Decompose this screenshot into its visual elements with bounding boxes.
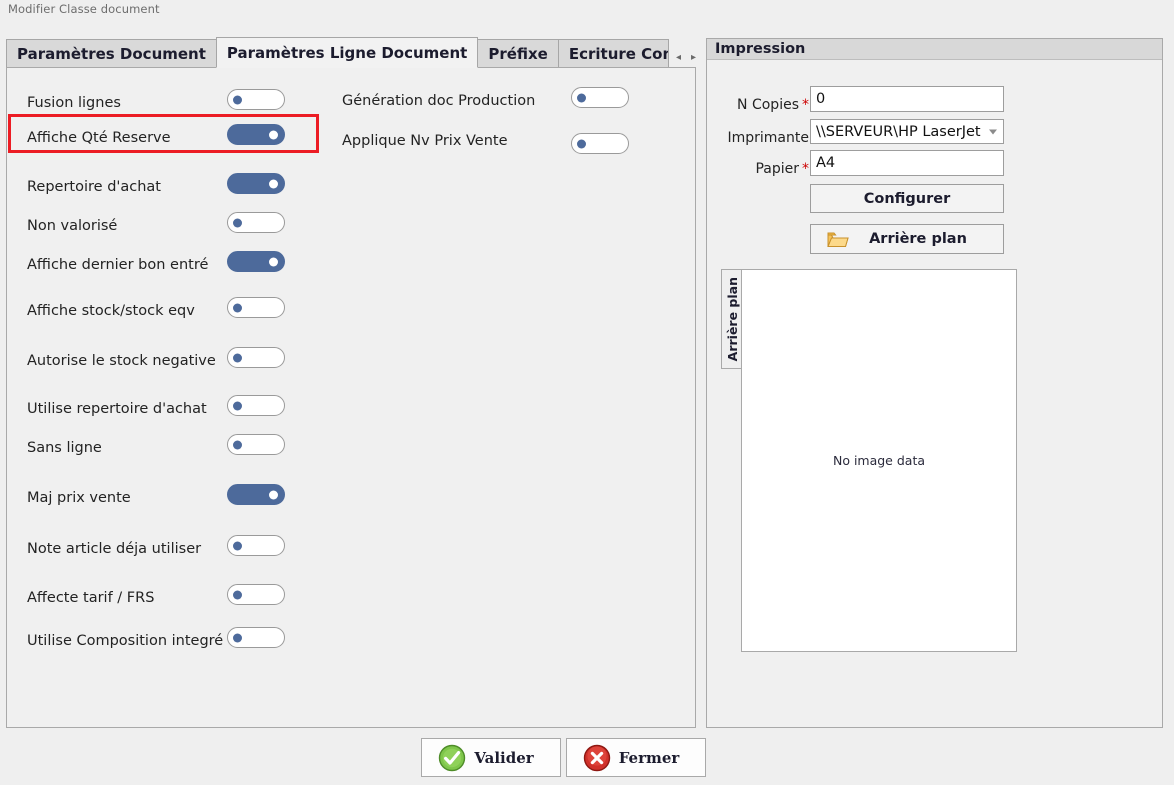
toggle-utilise-composition-integre[interactable] xyxy=(227,627,285,648)
option-label: Non valorisé xyxy=(27,218,118,234)
option-label: Affecte tarif / FRS xyxy=(27,590,155,606)
toggle-affiche-qte-reserve[interactable] xyxy=(227,124,285,145)
tab-prefixe[interactable]: Préfixe xyxy=(477,39,559,68)
paper-label-text: Papier xyxy=(755,161,799,177)
option-row-sans-ligne: Sans ligne xyxy=(27,437,102,459)
toggle-fusion-lignes[interactable] xyxy=(227,89,285,110)
chevron-down-icon[interactable] xyxy=(989,129,997,134)
paper-input-value: A4 xyxy=(816,155,836,171)
arriere-plan-button-label: Arrière plan xyxy=(869,231,967,247)
option-row-affecte-tarif-frs: Affecte tarif / FRS xyxy=(27,587,154,609)
option-label: Utilise repertoire d'achat xyxy=(27,401,207,417)
tab-scroll-left-icon[interactable]: ◂ xyxy=(676,53,681,63)
toggle-affecte-tarif-frs[interactable] xyxy=(227,584,285,605)
app-window: Modifier Classe document Paramètres Docu… xyxy=(0,0,1174,785)
option-row-autorise-stock-negative: Autorise le stock negative xyxy=(27,350,216,372)
toggle-repertoire-achat[interactable] xyxy=(227,173,285,194)
close-circle-icon xyxy=(583,744,611,771)
toggle-sans-ligne[interactable] xyxy=(227,434,285,455)
option-label: Sans ligne xyxy=(27,440,102,456)
printer-label-text: Imprimante xyxy=(727,130,810,146)
valider-button-label: Valider xyxy=(474,748,534,767)
check-circle-icon xyxy=(438,744,466,771)
toggle-affiche-dernier-bon-entre[interactable] xyxy=(227,251,285,272)
option-row-affiche-qte-reserve: Affiche Qté Reserve xyxy=(27,127,171,149)
copies-label: N Copies * xyxy=(721,97,809,113)
tab-strip: Paramètres Document Paramètres Ligne Doc… xyxy=(6,37,696,68)
background-preview-group: Arrière plan No image data xyxy=(721,269,1017,652)
option-row-affiche-stock-stock-eqv: Affiche stock/stock eqv xyxy=(27,300,195,322)
valider-button[interactable]: Valider xyxy=(421,738,561,777)
option-label: Note article déja utiliser xyxy=(27,541,202,557)
toggle-maj-prix-vente[interactable] xyxy=(227,484,285,505)
printer-combo[interactable]: \\SERVEUR\HP LaserJet xyxy=(810,119,1004,144)
fermer-button[interactable]: Fermer xyxy=(566,738,706,777)
option-row-maj-prix-vente: Maj prix vente xyxy=(27,487,131,509)
tab-scroll-controls: ◂ ▸ xyxy=(676,53,696,63)
option-label: Affiche Qté Reserve xyxy=(27,130,171,146)
option-label: Génération doc Production xyxy=(342,93,536,109)
toggle-generation-doc-production[interactable] xyxy=(571,87,629,108)
option-label: Fusion lignes xyxy=(27,95,121,111)
option-label: Autorise le stock negative xyxy=(27,353,216,369)
impression-panel: Impression N Copies * 0 Imprimante \\SERV… xyxy=(706,38,1163,728)
option-row-fusion-lignes: Fusion lignes xyxy=(27,92,121,114)
paper-required-marker: * xyxy=(802,161,809,177)
toggle-note-article-deja-utiliser[interactable] xyxy=(227,535,285,556)
background-preview-tab-label: Arrière plan xyxy=(724,276,740,362)
impression-panel-title: Impression xyxy=(707,39,1162,60)
configurer-button[interactable]: Configurer xyxy=(810,184,1004,213)
tab-parametres-ligne-document[interactable]: Paramètres Ligne Document xyxy=(215,37,479,68)
option-label: Applique Nv Prix Vente xyxy=(342,133,508,149)
arriere-plan-button[interactable]: Arrière plan xyxy=(810,224,1004,254)
paper-label: Papier * xyxy=(721,161,809,177)
option-row-note-article-deja-utiliser: Note article déja utiliser xyxy=(27,538,201,560)
option-row-non-valorise: Non valorisé xyxy=(27,215,117,237)
option-row-applique-nv-prix-vente: Applique Nv Prix Vente xyxy=(342,130,508,152)
background-preview-canvas[interactable]: No image data xyxy=(741,269,1017,652)
configurer-button-label: Configurer xyxy=(863,190,951,207)
tab-scroll-right-icon[interactable]: ▸ xyxy=(691,53,696,63)
copies-label-text: N Copies xyxy=(737,97,799,113)
option-row-generation-doc-production: Génération doc Production xyxy=(342,90,535,112)
toggle-applique-nv-prix-vente[interactable] xyxy=(571,133,629,154)
option-row-repertoire-achat: Repertoire d'achat xyxy=(27,176,161,198)
tab-ecriture-comptable[interactable]: Ecriture Comptable xyxy=(557,39,669,68)
copies-required-marker: * xyxy=(802,97,809,113)
tab-parametres-document[interactable]: Paramètres Document xyxy=(6,39,217,68)
option-row-utilise-repertoire-achat: Utilise repertoire d'achat xyxy=(27,398,207,420)
ligne-document-settings-panel: Fusion lignes Affiche Qté Reserve Repert… xyxy=(6,67,696,728)
toggle-affiche-stock-stock-eqv[interactable] xyxy=(227,297,285,318)
paper-input[interactable]: A4 xyxy=(810,150,1004,176)
option-label: Utilise Composition integré xyxy=(27,633,224,649)
toggle-utilise-repertoire-achat[interactable] xyxy=(227,395,285,416)
option-row-utilise-composition-integre: Utilise Composition integré xyxy=(27,630,223,652)
printer-combo-value: \\SERVEUR\HP LaserJet xyxy=(816,123,981,140)
option-label: Affiche stock/stock eqv xyxy=(27,303,195,319)
background-preview-tab[interactable]: Arrière plan xyxy=(721,269,742,369)
printer-label: Imprimante xyxy=(715,130,810,146)
no-image-data-text: No image data xyxy=(832,453,926,468)
option-label: Repertoire d'achat xyxy=(27,179,161,195)
copies-input[interactable]: 0 xyxy=(810,86,1004,112)
option-label: Affiche dernier bon entré xyxy=(27,257,209,273)
folder-icon xyxy=(827,232,849,247)
copies-input-value: 0 xyxy=(816,91,826,107)
option-row-affiche-dernier-bon-entre: Affiche dernier bon entré xyxy=(27,254,208,276)
toggle-autorise-stock-negative[interactable] xyxy=(227,347,285,368)
window-caption: Modifier Classe document xyxy=(8,2,160,16)
option-label: Maj prix vente xyxy=(27,490,131,506)
fermer-button-label: Fermer xyxy=(618,748,680,767)
toggle-non-valorise[interactable] xyxy=(227,212,285,233)
